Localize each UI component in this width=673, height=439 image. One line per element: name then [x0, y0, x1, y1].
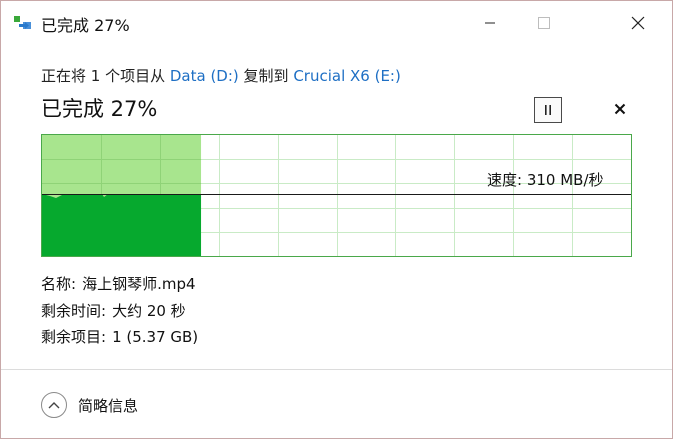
fewer-details-label: 简略信息: [78, 396, 139, 415]
copy-middle: 复制到: [238, 67, 294, 85]
file-name-row: 名称: 海上钢琴师.mp4: [41, 273, 196, 294]
time-remaining-row: 剩余时间: 大约 20 秒: [41, 300, 186, 321]
pause-button[interactable]: [534, 97, 562, 123]
speed-area: [42, 194, 202, 256]
maximize-button[interactable]: [521, 1, 567, 45]
chevron-up-icon: [41, 392, 67, 418]
destination-link[interactable]: Crucial X6 (E:): [293, 67, 401, 85]
items-remaining-value: 1 (5.37 GB): [112, 328, 199, 346]
close-icon: [631, 16, 645, 30]
copy-files-icon: [14, 16, 31, 29]
time-remaining-label: 剩余时间:: [41, 302, 107, 320]
speed-graph-canvas: [42, 135, 631, 256]
items-remaining-label: 剩余项目:: [41, 328, 107, 346]
cancel-button[interactable]: [607, 97, 633, 121]
progress-headline: 已完成 27%: [41, 97, 158, 121]
source-link[interactable]: Data (D:): [170, 67, 239, 85]
minimize-icon: [485, 22, 495, 24]
pause-icon: [545, 105, 551, 115]
title-bar[interactable]: 已完成 27%: [1, 1, 672, 45]
maximize-icon: [538, 17, 550, 29]
copy-description: 正在将 1 个项目从 Data (D:) 复制到 Crucial X6 (E:): [41, 65, 401, 86]
fewer-details-toggle[interactable]: 简略信息: [41, 392, 138, 418]
copy-progress-dialog: 已完成 27% 正在将 1 个项目从 Data (D:) 复制到 Crucial…: [0, 0, 673, 439]
time-remaining-value: 大约 20 秒: [112, 302, 186, 320]
copy-prefix: 正在将 1 个项目从: [41, 67, 170, 85]
speed-graph: [41, 134, 632, 257]
minimize-button[interactable]: [467, 1, 513, 45]
window-title: 已完成 27%: [41, 16, 130, 35]
close-button[interactable]: [615, 1, 661, 45]
items-remaining-row: 剩余项目: 1 (5.37 GB): [41, 326, 198, 347]
close-icon: [614, 103, 626, 115]
footer-divider: [1, 369, 672, 370]
speed-label: 速度: 310 MB/秒: [487, 171, 604, 189]
file-name-value: 海上钢琴师.mp4: [82, 275, 196, 293]
file-name-label: 名称:: [41, 275, 77, 293]
